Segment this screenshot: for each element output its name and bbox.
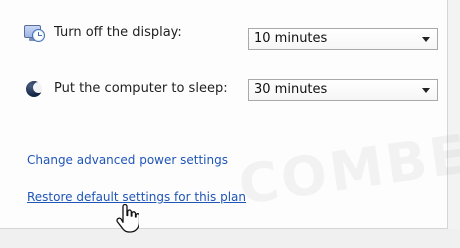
hand-cursor-icon [116,204,139,233]
sleep-timeout-select[interactable]: 30 minutes [248,79,438,101]
restore-defaults-link[interactable]: Restore default settings for this plan [27,189,246,205]
advanced-power-settings-link[interactable]: Change advanced power settings [27,152,228,168]
sleep-timeout-value: 30 minutes [254,82,328,97]
moon-icon [26,81,44,97]
display-timeout-label: Turn off the display: [54,25,182,40]
display-timeout-row: Turn off the display: [24,23,182,43]
chevron-down-icon [422,88,430,93]
right-panel-edge [448,0,460,229]
sleep-moon-icon [24,79,44,99]
display-timeout-select[interactable]: 10 minutes [248,28,438,50]
display-timeout-value: 10 minutes [254,31,328,46]
power-plan-settings-page: Turn off the display: 10 minutes Put the… [0,0,460,248]
chevron-down-icon [422,37,430,42]
bottom-panel-edge [0,229,460,248]
clock-icon [32,29,45,42]
sleep-timeout-row: Put the computer to sleep: [24,79,228,99]
monitor-clock-icon [24,23,45,43]
sleep-timeout-label: Put the computer to sleep: [54,81,228,96]
